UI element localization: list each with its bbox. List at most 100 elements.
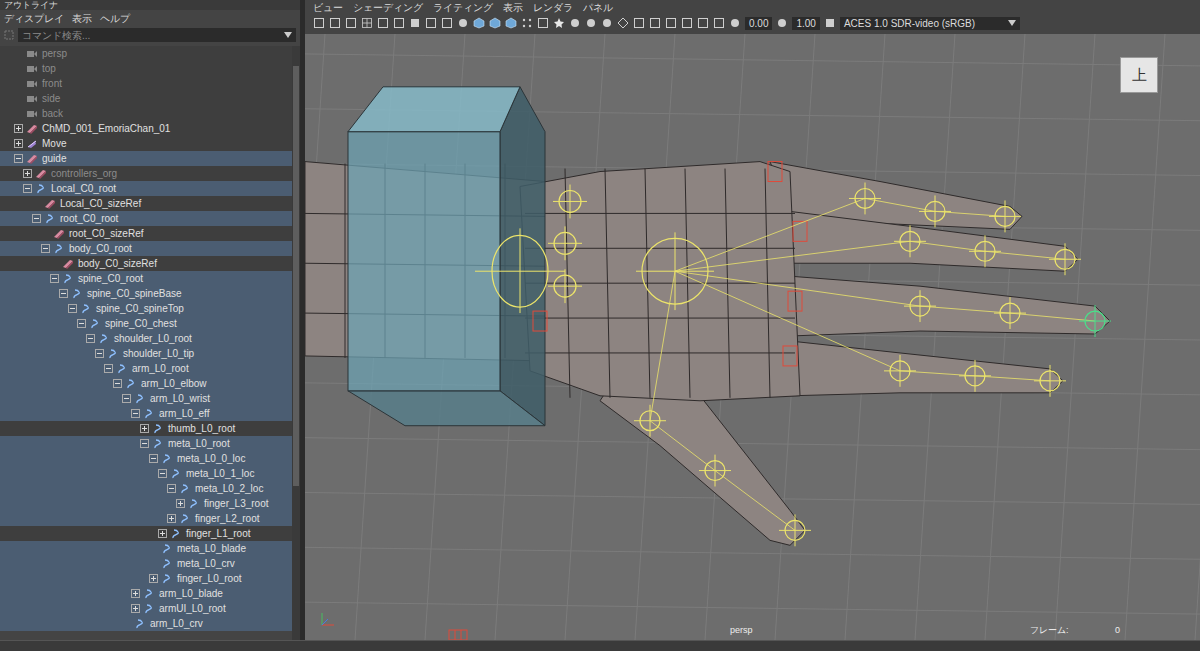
menu-item[interactable]: ビュー xyxy=(313,0,343,15)
menu-item[interactable]: ディスプレイ xyxy=(4,11,64,26)
collapse-icon[interactable] xyxy=(130,409,141,418)
outliner-row[interactable]: guide xyxy=(0,151,292,166)
tool-icon[interactable] xyxy=(649,17,661,29)
collapse-icon[interactable] xyxy=(76,319,87,328)
tool-icon[interactable] xyxy=(377,17,389,29)
outliner-row[interactable]: meta_L0_root xyxy=(0,436,292,451)
outliner-row[interactable]: meta_L0_0_loc xyxy=(0,451,292,466)
tool-icon[interactable] xyxy=(776,17,788,29)
timeline-strip[interactable] xyxy=(0,640,1200,651)
tool-icon[interactable] xyxy=(313,17,325,29)
guide-joint[interactable] xyxy=(894,225,926,257)
menu-item[interactable]: 表示 xyxy=(503,0,523,15)
tool-icon[interactable] xyxy=(409,17,421,29)
tool-icon[interactable] xyxy=(601,17,613,29)
outliner-row[interactable]: arm_L0_eff xyxy=(0,406,292,421)
guide-joint[interactable] xyxy=(636,232,714,310)
collapse-icon[interactable] xyxy=(85,334,96,343)
guide-joint[interactable] xyxy=(989,200,1021,232)
outliner-row[interactable]: arm_L0_wrist xyxy=(0,391,292,406)
tool-icon[interactable] xyxy=(521,17,533,29)
guide-joint[interactable] xyxy=(1079,305,1111,337)
guide-joint[interactable] xyxy=(553,185,587,219)
tool-icon[interactable] xyxy=(473,17,485,29)
menu-item[interactable]: ヘルプ xyxy=(100,11,130,26)
tool-icon[interactable] xyxy=(345,17,357,29)
tool-icon[interactable] xyxy=(329,17,341,29)
expand-icon[interactable] xyxy=(139,424,150,433)
collapse-icon[interactable] xyxy=(121,394,132,403)
outliner-row[interactable]: root_C0_root xyxy=(0,211,292,226)
collapse-icon[interactable] xyxy=(157,469,168,478)
expand-icon[interactable] xyxy=(13,139,24,148)
expand-icon[interactable] xyxy=(22,169,33,178)
expand-icon[interactable] xyxy=(148,574,159,583)
outliner-row[interactable]: shoulder_L0_tip xyxy=(0,346,292,361)
outliner-row[interactable]: arm_L0_blade xyxy=(0,586,292,601)
guide-joint[interactable] xyxy=(699,455,731,487)
outliner-row[interactable]: front xyxy=(0,76,292,91)
tool-icon[interactable] xyxy=(713,17,725,29)
guide-joint[interactable] xyxy=(849,183,881,215)
tool-icon[interactable] xyxy=(441,17,453,29)
collapse-icon[interactable] xyxy=(148,454,159,463)
menu-item[interactable]: ライティング xyxy=(433,0,493,15)
outliner-row[interactable]: meta_L0_blade xyxy=(0,541,292,556)
outliner-row[interactable]: side xyxy=(0,91,292,106)
outliner-row[interactable]: body_C0_sizeRef xyxy=(0,256,292,271)
guide-joint[interactable] xyxy=(548,226,582,260)
tool-icon[interactable] xyxy=(393,17,405,29)
outliner-row[interactable]: controllers_org xyxy=(0,166,292,181)
colorspace-dropdown[interactable]: ACES 1.0 SDR-video (sRGB) xyxy=(840,17,1020,30)
guide-joint[interactable] xyxy=(1049,243,1081,275)
guide-joint[interactable] xyxy=(969,235,1001,267)
tool-icon[interactable] xyxy=(824,17,836,29)
search-field[interactable]: コマンド検索... xyxy=(18,28,296,42)
collapse-icon[interactable] xyxy=(22,184,33,193)
guide-joint[interactable] xyxy=(634,405,666,437)
collapse-icon[interactable] xyxy=(40,244,51,253)
collapse-icon[interactable] xyxy=(58,289,69,298)
outliner-row[interactable]: finger_L3_root xyxy=(0,496,292,511)
outliner-row[interactable]: shoulder_L0_root xyxy=(0,331,292,346)
outliner-row[interactable]: root_C0_sizeRef xyxy=(0,226,292,241)
tool-icon[interactable] xyxy=(489,17,501,29)
scrollbar[interactable] xyxy=(292,46,300,640)
outliner-row[interactable]: Move xyxy=(0,136,292,151)
menu-item[interactable]: 表示 xyxy=(72,11,92,26)
collapse-icon[interactable] xyxy=(166,484,177,493)
outliner-row[interactable]: persp xyxy=(0,46,292,61)
guide-joint[interactable] xyxy=(1034,365,1066,397)
collapse-icon[interactable] xyxy=(31,214,42,223)
outliner-row[interactable]: meta_L0_1_loc xyxy=(0,466,292,481)
expand-icon[interactable] xyxy=(166,514,177,523)
guide-joint[interactable] xyxy=(779,514,811,546)
outliner-row[interactable]: finger_L2_root xyxy=(0,511,292,526)
outliner-row[interactable]: finger_L1_root xyxy=(0,526,292,541)
outliner-row[interactable]: spine_C0_spineTop xyxy=(0,301,292,316)
expand-icon[interactable] xyxy=(175,499,186,508)
outliner-row[interactable]: ChMD_001_EmoriaChan_01 xyxy=(0,121,292,136)
tool-icon[interactable] xyxy=(665,17,677,29)
tool-icon[interactable] xyxy=(457,17,469,29)
guide-joint[interactable] xyxy=(548,269,582,303)
tool-icon[interactable] xyxy=(553,17,565,29)
guide-joint[interactable] xyxy=(884,355,916,387)
scrollbar-thumb[interactable] xyxy=(293,66,299,486)
outliner-row[interactable]: armUI_L0_root xyxy=(0,601,292,616)
menu-item[interactable]: レンダラ xyxy=(533,0,573,15)
bracelet-box[interactable] xyxy=(348,87,545,426)
outliner-row[interactable]: spine_C0_root xyxy=(0,271,292,286)
collapse-icon[interactable] xyxy=(103,364,114,373)
gamma-field[interactable]: 1.00 xyxy=(792,17,819,30)
menu-item[interactable]: シェーディング xyxy=(353,0,423,15)
tool-icon[interactable] xyxy=(617,17,629,29)
tool-icon[interactable] xyxy=(585,17,597,29)
outliner-row[interactable]: meta_L0_2_loc xyxy=(0,481,292,496)
collapse-icon[interactable] xyxy=(112,379,123,388)
outliner-row[interactable]: body_C0_root xyxy=(0,241,292,256)
scene-3d[interactable] xyxy=(305,34,1200,640)
outliner-row[interactable]: spine_C0_spineBase xyxy=(0,286,292,301)
outliner-row[interactable]: thumb_L0_root xyxy=(0,421,292,436)
guide-joint[interactable] xyxy=(919,195,951,227)
